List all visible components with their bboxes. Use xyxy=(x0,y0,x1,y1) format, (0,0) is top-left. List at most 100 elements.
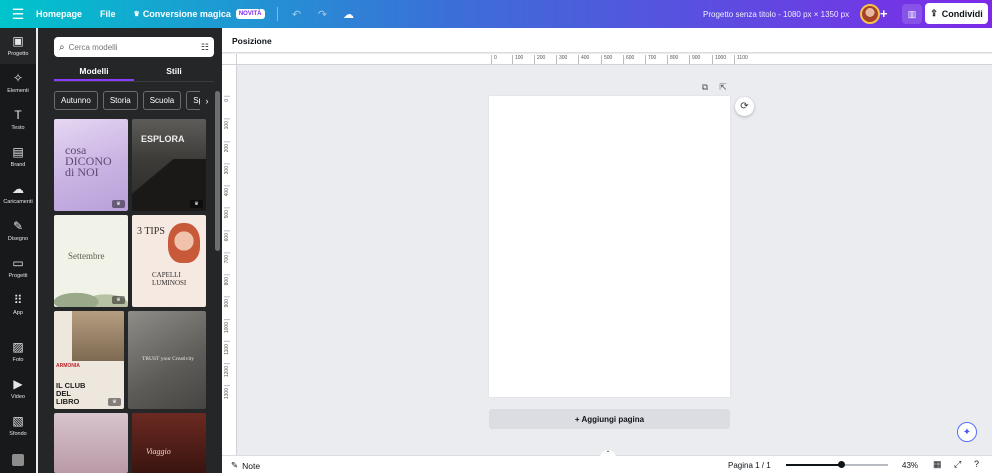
notes-button[interactable]: ✎ Note xyxy=(231,460,260,471)
brand-icon: ▤ xyxy=(12,145,24,159)
template-text: CAPELLI LUMINOSI xyxy=(152,271,187,287)
sidebar-item-testo[interactable]: T Testo xyxy=(0,102,36,138)
template-thumbnail[interactable]: ARMONIA IL CLUB DEL LIBRO ♛ xyxy=(54,311,124,409)
stats-icon: ▥ xyxy=(907,8,917,19)
sidebar-rail: ▣ Progetto ✧ Elementi T Testo ▤ Brand ☁ … xyxy=(0,28,36,473)
zoom-slider-handle[interactable] xyxy=(837,461,845,468)
tab-stili[interactable]: Stili xyxy=(134,62,214,81)
chip-scuola[interactable]: Scuola xyxy=(142,91,182,110)
ruler-tick: 800 xyxy=(224,274,230,286)
text-icon: T xyxy=(14,108,22,122)
sidebar-item-foto[interactable]: ▨ Foto xyxy=(0,334,36,370)
template-text: TRUST your Creativity xyxy=(142,356,195,362)
properties-bar: Posizione xyxy=(222,28,992,53)
ruler-tick: 400 xyxy=(578,55,589,64)
sidebar-item-brand[interactable]: ▤ Brand xyxy=(0,139,36,175)
photo-icon: ▨ xyxy=(12,340,24,354)
ruler-tick: 1200 xyxy=(224,363,230,378)
share-button[interactable]: ⇪ Condividi xyxy=(925,3,988,24)
duplicate-page-icon[interactable]: ⧉ xyxy=(699,81,711,93)
notes-icon: ✎ xyxy=(231,460,239,470)
refresh-icon[interactable]: ⟳ xyxy=(735,97,754,116)
share-page-icon[interactable]: ⇱ xyxy=(717,81,729,93)
add-page-button[interactable]: + Aggiungi pagina xyxy=(489,409,730,429)
zoom-level[interactable]: 43% xyxy=(902,461,918,470)
search-input[interactable] xyxy=(68,42,179,52)
search-bar[interactable]: ⌕ ☷ xyxy=(54,37,214,57)
chip-autunno[interactable]: Autunno xyxy=(54,91,98,110)
template-thumbnail[interactable]: 3 TIPS CAPELLI LUMINOSI xyxy=(132,215,206,307)
menu-icon[interactable]: ☰ xyxy=(0,6,36,23)
sidebar-item-caricamenti[interactable]: ☁ Caricamenti xyxy=(0,176,36,212)
grid-view-icon[interactable]: ▦ xyxy=(933,459,942,470)
sidebar-item-progetto[interactable]: ▣ Progetto xyxy=(0,28,36,64)
tab-modelli[interactable]: Modelli xyxy=(54,62,134,81)
template-thumbnail[interactable]: Viaggio xyxy=(132,413,206,473)
fullscreen-icon[interactable]: ⤢ xyxy=(954,459,961,470)
vertical-scrollbar[interactable] xyxy=(983,65,992,446)
sidebar-item-disegno[interactable]: ✎ Disegno xyxy=(0,213,36,249)
template-thumbnail[interactable] xyxy=(54,413,128,473)
sidebar-item-label: Testo xyxy=(11,125,25,131)
sidebar-item-label: Foto xyxy=(12,357,24,363)
stats-button[interactable]: ▥ xyxy=(902,4,922,24)
magic-assistant-icon[interactable]: ✦ xyxy=(957,422,977,442)
template-thumbnail[interactable]: cosa DICONO di NOI ♛ xyxy=(54,119,128,211)
sidebar-item-label: Progetti xyxy=(8,273,28,279)
template-thumbnail[interactable]: Settembre ♛ xyxy=(54,215,128,307)
avatar[interactable] xyxy=(860,4,880,24)
sidebar-item-logo[interactable] xyxy=(0,446,36,473)
category-chips: Autunno Storia Scuola Sport xyxy=(54,91,214,110)
panel-scrollbar[interactable] xyxy=(215,91,220,251)
template-thumbnail[interactable]: TRUST your Creativity xyxy=(128,311,206,409)
chevron-right-icon[interactable]: › xyxy=(200,91,214,110)
layout-icon: ▣ xyxy=(12,34,24,48)
ruler-tick: 1000 xyxy=(224,319,230,334)
sidebar-item-label: Caricamenti xyxy=(3,199,33,205)
divider xyxy=(54,81,214,82)
new-badge: NOVITÀ xyxy=(235,9,265,19)
project-title[interactable]: Progetto senza titolo - 1080 px × 1350 p… xyxy=(703,10,849,19)
undo-icon[interactable]: ↶ xyxy=(288,5,306,23)
crown-icon: ♛ xyxy=(108,398,121,406)
chip-storia[interactable]: Storia xyxy=(102,91,138,110)
file-menu[interactable]: File xyxy=(100,9,116,19)
ruler-corner xyxy=(222,54,237,65)
sidebar-item-label: Sfondo xyxy=(9,431,27,437)
sidebar-item-video[interactable]: ▶ Video xyxy=(0,371,36,407)
sidebar-item-label: Elementi xyxy=(7,88,29,94)
magic-switch-button[interactable]: ♛ Conversione magica NOVITÀ xyxy=(134,9,265,19)
sidebar-item-progetti[interactable]: ▭ Progetti xyxy=(0,250,36,286)
position-button[interactable]: Posizione xyxy=(232,36,272,46)
sidebar-item-sfondo[interactable]: ▧ Sfondo xyxy=(0,408,36,444)
ruler-tick: 400 xyxy=(224,185,230,197)
vertical-ruler[interactable]: 0 100 200 300 400 500 600 700 800 900 10… xyxy=(222,65,237,455)
sidebar-item-elementi[interactable]: ✧ Elementi xyxy=(0,65,36,101)
ruler-tick: 500 xyxy=(224,207,230,219)
plus-icon[interactable]: + xyxy=(880,6,888,21)
upload-icon: ☁ xyxy=(12,182,24,196)
template-thumbnail[interactable]: ESPLORA ♛ xyxy=(132,119,206,211)
design-page[interactable] xyxy=(489,96,730,397)
horizontal-ruler[interactable]: 0 100 200 300 400 500 600 700 800 900 10… xyxy=(237,54,992,65)
cloud-save-icon[interactable]: ☁ xyxy=(340,5,358,23)
template-text: ARMONIA xyxy=(56,363,80,369)
ruler-tick: 700 xyxy=(224,252,230,264)
ruler-tick: 600 xyxy=(224,230,230,242)
home-link[interactable]: Homepage xyxy=(36,9,82,19)
filter-icon[interactable]: ☷ xyxy=(201,42,209,53)
panel-tabs: Modelli Stili xyxy=(54,62,214,81)
video-icon: ▶ xyxy=(13,377,23,391)
rail-scrollbar[interactable] xyxy=(38,28,46,473)
page-indicator[interactable]: Pagina 1 / 1 xyxy=(728,461,771,470)
folder-icon: ▭ xyxy=(12,256,24,270)
sidebar-item-app[interactable]: ⠿ App xyxy=(0,287,36,323)
help-icon[interactable]: ? xyxy=(974,459,979,469)
ruler-tick: 800 xyxy=(667,55,678,64)
redo-icon[interactable]: ↷ xyxy=(314,5,332,23)
notes-label: Note xyxy=(242,460,261,471)
zoom-slider[interactable] xyxy=(786,461,888,468)
share-icon: ⇪ xyxy=(930,8,938,18)
apps-icon: ⠿ xyxy=(13,293,23,307)
ruler-tick: 1300 xyxy=(224,385,230,400)
